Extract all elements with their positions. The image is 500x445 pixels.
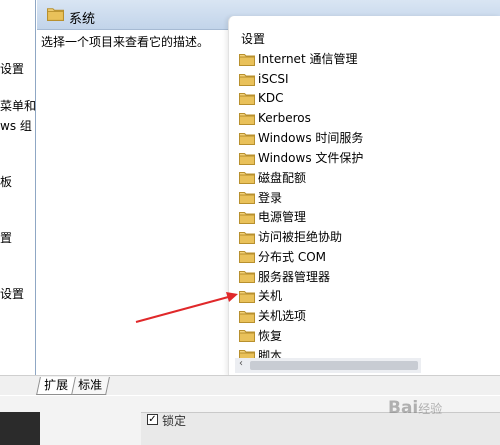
- tab-label: 扩展: [44, 378, 69, 392]
- tab-extended[interactable]: 扩展: [36, 377, 76, 395]
